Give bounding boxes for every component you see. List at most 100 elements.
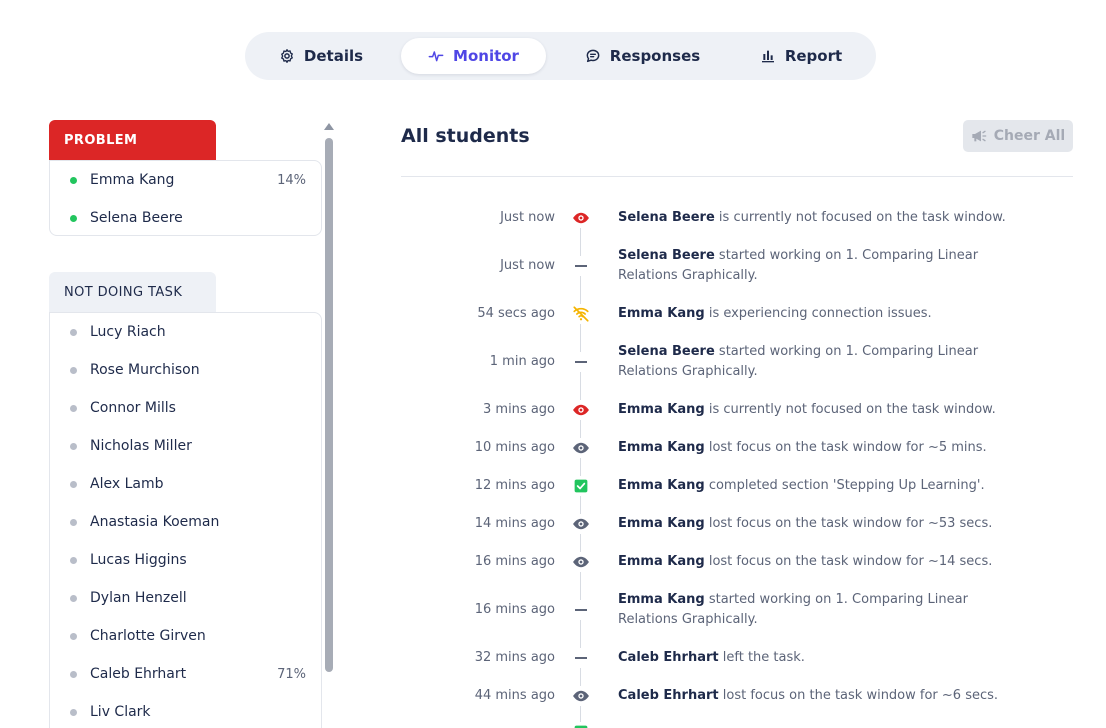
- cheer-all-label: Cheer All: [993, 128, 1066, 144]
- student-progress: 14%: [277, 172, 306, 188]
- chat-icon: [586, 49, 600, 63]
- event-message: Emma Kang completed section 'Stepping Up…: [618, 476, 1028, 496]
- event-time: 14 mins ago: [474, 516, 555, 531]
- tab-label: Details: [303, 47, 364, 65]
- event-student-name[interactable]: Emma Kang: [618, 478, 705, 493]
- student-item[interactable]: Dylan Henzell: [50, 579, 323, 617]
- event-text: is experiencing connection issues.: [708, 306, 932, 321]
- event-student-name[interactable]: Selena Beere: [618, 248, 715, 263]
- tab-label: Report: [784, 47, 843, 65]
- sidebar-scrollbar-thumb[interactable]: [325, 138, 333, 672]
- student-item[interactable]: Lucas Higgins: [50, 541, 323, 579]
- student-item[interactable]: Anastasia Koeman: [50, 503, 323, 541]
- group-label-not-doing-task: NOT DOING TASK: [49, 272, 216, 312]
- student-item[interactable]: Emma Kang 14%: [50, 161, 323, 199]
- dash-icon: [571, 648, 591, 668]
- activity-timeline: Just now Selena Beere is currently not f…: [401, 200, 1073, 728]
- offline-status-dot: [70, 328, 77, 336]
- event-time: 54 secs ago: [477, 306, 555, 321]
- event-student-name[interactable]: Emma Kang: [618, 402, 705, 417]
- tab-monitor[interactable]: Monitor: [401, 38, 546, 74]
- tab-report[interactable]: Report: [739, 38, 863, 74]
- event-time: 44 mins ago: [474, 688, 555, 703]
- student-progress: 71%: [277, 666, 306, 682]
- event-text: completed section 'Stepping Up Learning'…: [708, 478, 985, 493]
- event-time: 32 mins ago: [474, 650, 555, 665]
- dash-icon: [571, 256, 591, 276]
- tab-label: Responses: [609, 47, 701, 65]
- cheer-all-button[interactable]: Cheer All: [963, 120, 1073, 152]
- event-time: 16 mins ago: [474, 554, 555, 569]
- check-box-icon: [571, 476, 591, 496]
- event-message: Caleb Ehrhart left the task.: [618, 648, 1028, 668]
- student-item[interactable]: Selena Beere: [50, 199, 323, 237]
- offline-status-dot: [70, 708, 77, 716]
- event-message: Emma Kang started working on 1. Comparin…: [618, 590, 1028, 630]
- student-name: Lucas Higgins: [90, 552, 187, 568]
- gear-icon: [280, 49, 293, 63]
- event-text: lost focus on the task window for ~5 min…: [708, 440, 987, 455]
- student-item[interactable]: Caleb Ehrhart 71%: [50, 655, 323, 693]
- event-message: Selena Beere started working on 1. Compa…: [618, 342, 1028, 382]
- student-sidebar: PROBLEM Emma Kang 14% Selena Beere NOT D…: [49, 120, 339, 728]
- student-name: Selena Beere: [90, 210, 183, 226]
- event-message: Emma Kang lost focus on the task window …: [618, 514, 1028, 534]
- tab-label: Monitor: [453, 47, 519, 65]
- eye-icon: [571, 438, 591, 458]
- check-box-icon: [571, 722, 591, 728]
- offline-status-dot: [70, 404, 77, 412]
- student-name: Dylan Henzell: [90, 590, 187, 606]
- event-text: is currently not focused on the task win…: [718, 210, 1006, 225]
- eye-icon: [571, 514, 591, 534]
- event-message: Emma Kang is experiencing connection iss…: [618, 304, 1028, 324]
- eye-icon: [571, 552, 591, 572]
- event-message: Emma Kang lost focus on the task window …: [618, 552, 1028, 572]
- offline-status-dot: [70, 518, 77, 526]
- tab-bar: Details Monitor Responses Report: [245, 32, 876, 80]
- event-student-name[interactable]: Emma Kang: [618, 516, 705, 531]
- event-text: lost focus on the task window for ~53 se…: [708, 516, 993, 531]
- dash-icon: [571, 600, 591, 620]
- student-name: Connor Mills: [90, 400, 176, 416]
- student-item[interactable]: Charlotte Girven: [50, 617, 323, 655]
- student-item[interactable]: Liv Clark: [50, 693, 323, 728]
- event-student-name[interactable]: Selena Beere: [618, 344, 715, 359]
- event-student-name[interactable]: Caleb Ehrhart: [618, 688, 719, 703]
- student-name: Nicholas Miller: [90, 438, 192, 454]
- event-student-name[interactable]: Emma Kang: [618, 592, 705, 607]
- event-time: 16 mins ago: [474, 602, 555, 617]
- event-message: Caleb Ehrhart lost focus on the task win…: [618, 686, 1028, 706]
- offline-status-dot: [70, 594, 77, 602]
- problem-student-list: Emma Kang 14% Selena Beere: [49, 160, 322, 236]
- event-student-name[interactable]: Emma Kang: [618, 440, 705, 455]
- event-text: is currently not focused on the task win…: [708, 402, 996, 417]
- event-student-name[interactable]: Selena Beere: [618, 210, 715, 225]
- offline-status-dot: [70, 442, 77, 450]
- event-time: 3 mins ago: [483, 402, 555, 417]
- event-student-name[interactable]: Emma Kang: [618, 554, 705, 569]
- tab-responses[interactable]: Responses: [570, 38, 715, 74]
- event-message: Emma Kang lost focus on the task window …: [618, 438, 1028, 458]
- scroll-up-arrow[interactable]: [324, 123, 334, 130]
- student-item[interactable]: Connor Mills: [50, 389, 323, 427]
- event-student-name[interactable]: Emma Kang: [618, 306, 705, 321]
- event-time: 12 mins ago: [474, 478, 555, 493]
- student-name: Anastasia Koeman: [90, 514, 220, 530]
- student-item[interactable]: Lucy Riach: [50, 313, 323, 351]
- student-item[interactable]: Alex Lamb: [50, 465, 323, 503]
- event-message: Selena Beere is currently not focused on…: [618, 208, 1028, 228]
- student-item[interactable]: Nicholas Miller: [50, 427, 323, 465]
- student-name: Alex Lamb: [90, 476, 164, 492]
- megaphone-icon: [972, 130, 987, 142]
- event-time: 1 min ago: [489, 354, 555, 369]
- event-time: Just now: [500, 210, 555, 225]
- event-text: left the task.: [722, 650, 805, 665]
- group-label-problem: PROBLEM: [49, 120, 216, 160]
- student-name: Rose Murchison: [90, 362, 200, 378]
- student-item[interactable]: Rose Murchison: [50, 351, 323, 389]
- event-student-name[interactable]: Caleb Ehrhart: [618, 650, 719, 665]
- header-divider: [401, 176, 1073, 177]
- tab-details[interactable]: Details: [265, 38, 377, 74]
- offline-status-dot: [70, 632, 77, 640]
- dash-icon: [571, 352, 591, 372]
